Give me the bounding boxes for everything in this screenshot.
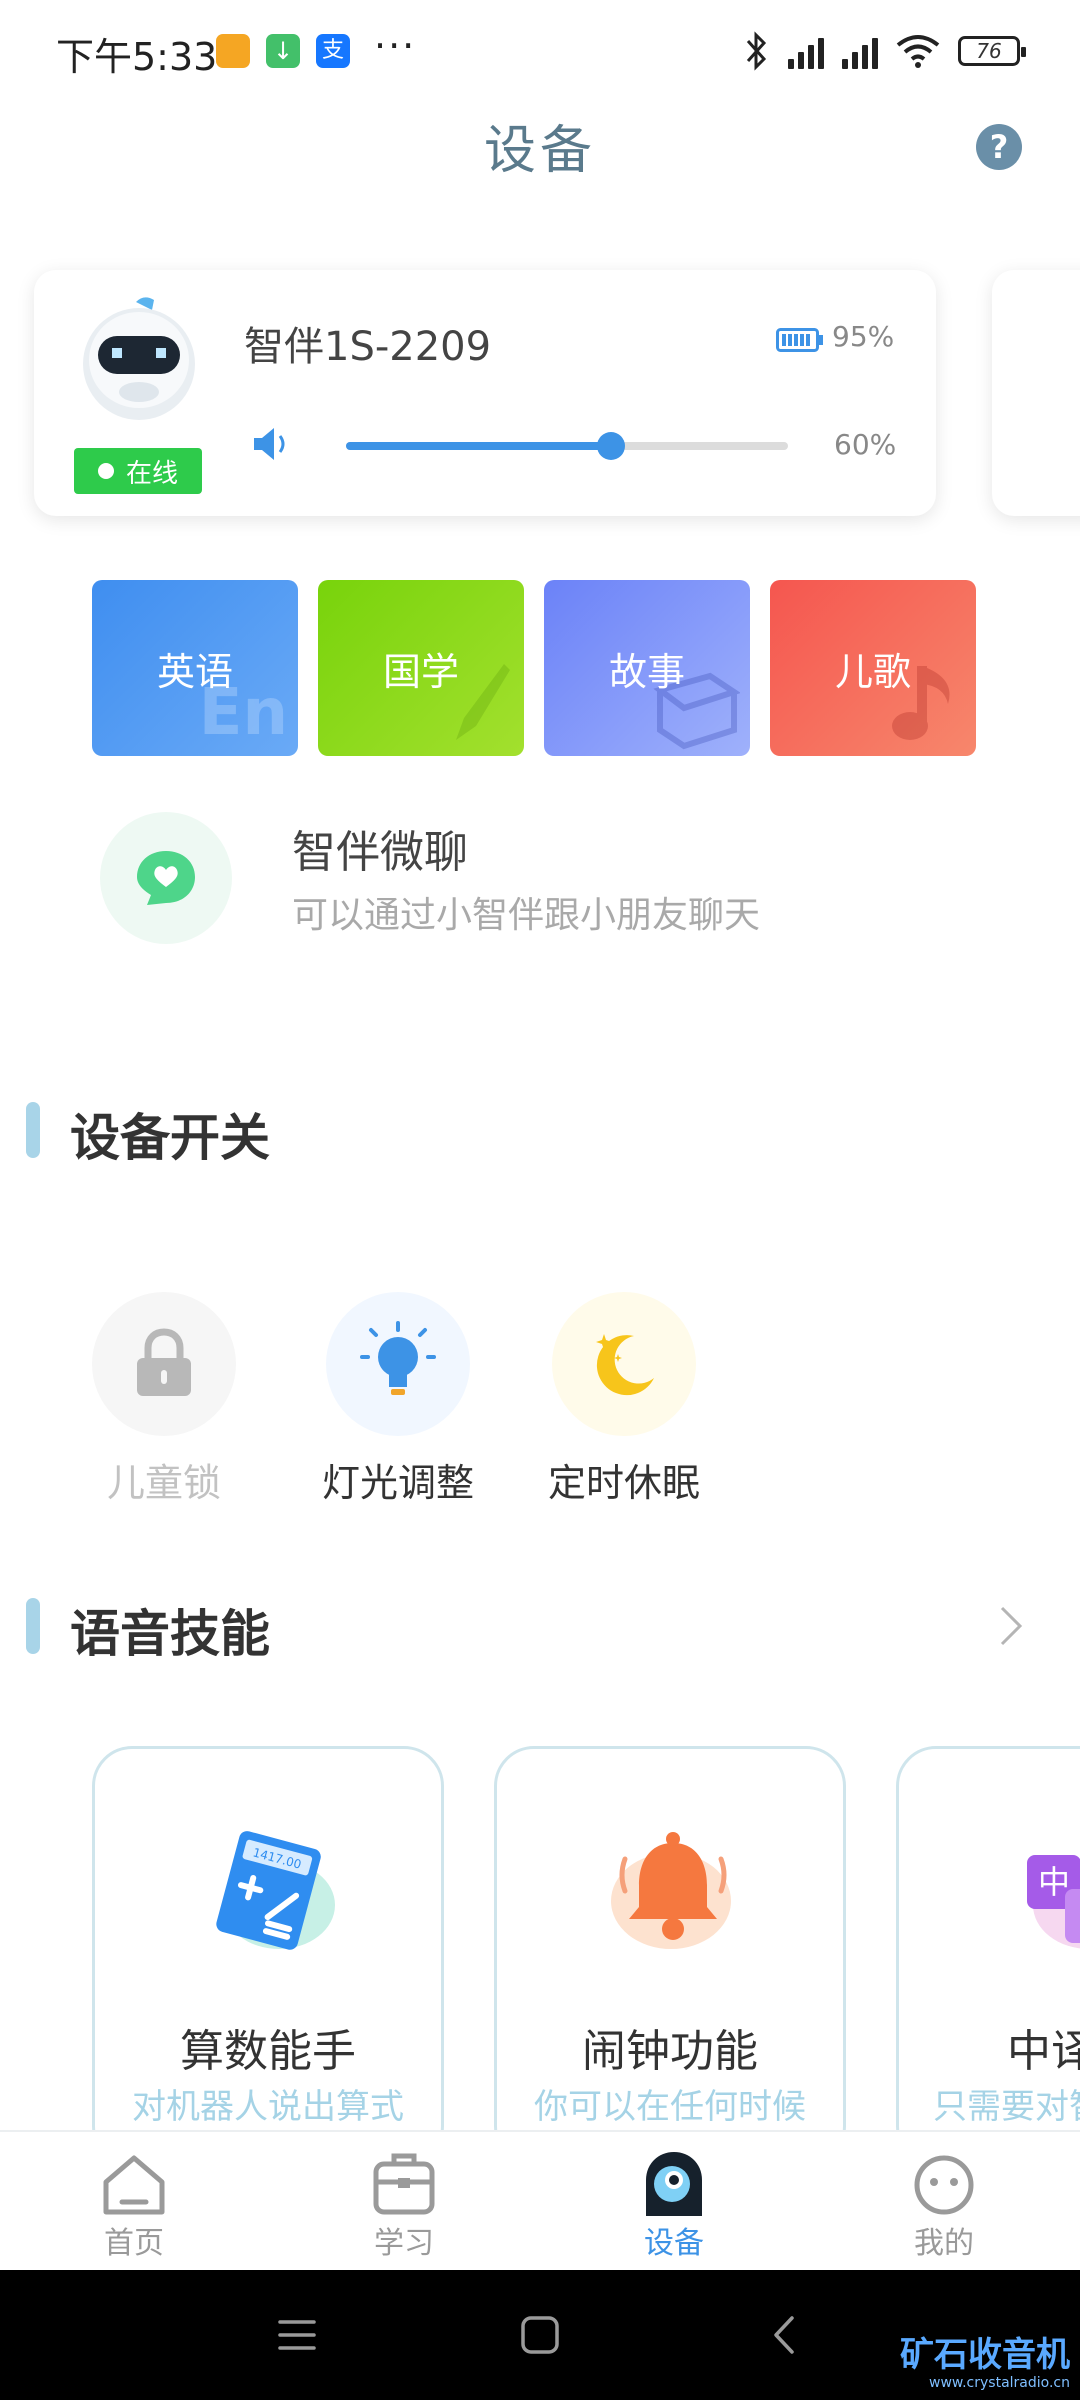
hd-signal-icon: [842, 33, 878, 69]
volume-slider-knob[interactable]: [597, 432, 626, 460]
skills-section-title: 语音技能: [70, 1605, 270, 1663]
tab-mine[interactable]: 我的: [844, 2132, 1044, 2272]
skill-subtitle: 对机器人说出算式: [132, 2087, 404, 2127]
chat-heart-icon: [137, 851, 195, 905]
home-square-icon[interactable]: [519, 2314, 561, 2356]
switches-section-title: 设备开关: [70, 1109, 270, 1167]
device-card[interactable]: 在线 智伴1S-2209 95% 60%: [34, 270, 936, 516]
online-status-label: 在线: [125, 458, 178, 489]
bluetooth-icon: [746, 31, 767, 71]
battery-icon: 76: [958, 36, 1026, 66]
skill-card-math[interactable]: 1417.00 算数能手 对机器人说出算式: [92, 1746, 444, 2166]
back-icon[interactable]: [764, 2314, 806, 2356]
tab-device-label: 设备: [644, 2226, 704, 2261]
timed-sleep-button[interactable]: [552, 1292, 696, 1436]
skill-subtitle: 你可以在任何时候: [534, 2087, 806, 2127]
online-status-badge: 在线: [74, 448, 202, 494]
watermark: 矿石收音机 www.crystalradio.cn: [900, 2338, 1070, 2390]
watermark-text: 矿石收音机: [900, 2335, 1070, 2375]
chat-icon-button[interactable]: [100, 812, 232, 944]
robot-avatar: [83, 297, 195, 420]
wifi-icon: [896, 35, 940, 68]
device-tab-icon: [646, 2152, 702, 2216]
menu-icon[interactable]: [276, 2314, 318, 2356]
page-title: 设备: [483, 121, 596, 181]
smiley-face-icon: [914, 2155, 974, 2215]
bottom-tab-bar: 首页 学习 设备 我的: [0, 2130, 1080, 2272]
child-lock-button[interactable]: [92, 1292, 236, 1436]
help-button[interactable]: ?: [976, 124, 1022, 170]
status-time: 下午5:33: [56, 35, 218, 79]
watermark-url: www.crystalradio.cn: [929, 2375, 1070, 2391]
tab-home-label: 首页: [104, 2226, 164, 2261]
alipay-icon: 支: [316, 34, 350, 68]
translate-icon: 中: [1027, 1855, 1080, 1949]
online-dot: [97, 463, 114, 479]
status-bar: 下午5:33 ↓ 支 ··· 76: [0, 0, 1080, 100]
next-device-card[interactable]: [992, 270, 1080, 516]
skill-title: 中译: [1007, 2026, 1080, 2077]
battery-level: 76: [976, 39, 1002, 63]
timed-sleep-label: 定时休眠: [547, 1461, 700, 1505]
category-guoxue-label: 国学: [382, 649, 459, 694]
light-adjust-button[interactable]: [326, 1292, 470, 1436]
lightbulb-icon: [360, 1321, 436, 1395]
tab-mine-label: 我的: [914, 2226, 974, 2261]
more-notifications-icon: ···: [374, 24, 417, 68]
alarm-bell-icon: [611, 1832, 731, 1949]
system-nav-bar: 矿石收音机 www.crystalradio.cn: [0, 2270, 1080, 2400]
category-song-tile[interactable]: 儿歌: [770, 580, 976, 756]
tab-learning[interactable]: 学习: [304, 2132, 504, 2272]
chevron-right-icon[interactable]: [996, 1604, 1026, 1648]
volume-slider[interactable]: [346, 432, 788, 460]
app-notification-icon: [216, 34, 250, 68]
section-accent-bar: [26, 1102, 40, 1158]
volume-percent: 60%: [834, 428, 897, 461]
volume-icon[interactable]: [250, 424, 294, 464]
category-song-label: 儿歌: [834, 649, 911, 694]
volume-slider-fill: [346, 442, 612, 450]
skill-card-alarm[interactable]: 闹钟功能 你可以在任何时候: [494, 1746, 846, 2166]
light-adjust-label: 灯光调整: [321, 1461, 474, 1505]
skill-title: 算数能手: [180, 2026, 356, 2077]
device-name: 智伴1S-2209: [244, 324, 492, 370]
home-icon: [103, 2155, 165, 2215]
tab-home[interactable]: 首页: [34, 2132, 234, 2272]
device-page: 下午5:33 ↓ 支 ··· 76 设备 ? 在线 智伴1S-2209 95% …: [0, 0, 1080, 2400]
category-story-tile[interactable]: 故事: [544, 580, 750, 756]
signal-icon: [788, 33, 824, 69]
lock-icon: [137, 1328, 191, 1396]
moon-icon: [596, 1334, 654, 1396]
skill-title: 闹钟功能: [582, 2026, 758, 2077]
tab-device[interactable]: 设备: [574, 2132, 774, 2272]
device-battery-icon: [776, 328, 823, 352]
category-story-label: 故事: [608, 649, 685, 694]
calculator-icon: 1417.00: [216, 1831, 335, 1950]
chat-title[interactable]: 智伴微聊: [292, 816, 468, 880]
chat-subtitle: 可以通过小智伴跟小朋友聊天: [292, 895, 761, 936]
backpack-icon: [373, 2153, 435, 2215]
skill-card-translate[interactable]: 中 中译 只需要对智: [896, 1746, 1080, 2166]
device-battery-percent: 95%: [832, 320, 895, 353]
section-accent-bar: [26, 1598, 40, 1654]
skill-subtitle: 只需要对智: [933, 2087, 1080, 2127]
category-english-tile[interactable]: En 英语: [92, 580, 298, 756]
child-lock-label: 儿童锁: [106, 1461, 221, 1505]
download-icon: ↓: [266, 34, 300, 68]
category-english-label: 英语: [156, 649, 233, 694]
category-guoxue-tile[interactable]: 国学: [318, 580, 524, 756]
tab-learning-label: 学习: [374, 2226, 434, 2261]
